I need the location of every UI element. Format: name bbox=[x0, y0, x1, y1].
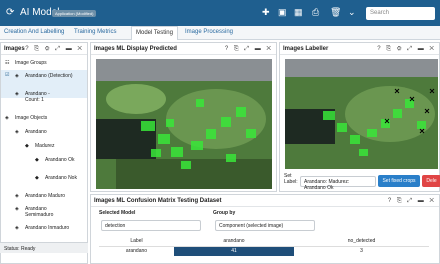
tree-item-image-objects[interactable]: Image Objects bbox=[15, 115, 47, 121]
predicted-image[interactable] bbox=[96, 59, 272, 189]
status-badge: Application (Modified) bbox=[52, 10, 97, 17]
panel-header: Images ML Display Predicted ? ⎘ ⤢ ▬ ✕ bbox=[91, 43, 276, 55]
cell-value: 41 bbox=[174, 246, 294, 256]
tab-creation-labelling[interactable]: Creation And Labelling bbox=[4, 29, 64, 35]
confusion-matrix-panel: Images ML Confusion Matrix Testing Datas… bbox=[90, 194, 440, 264]
delete-button[interactable]: Dele bbox=[422, 175, 440, 187]
tab-image-processing[interactable]: Image Processing bbox=[185, 29, 233, 35]
panel-header: Images Labeller ? ⎘ ⚙ ⤢ ▬ ✕ bbox=[280, 43, 439, 55]
delete-icon[interactable]: 🗑 bbox=[330, 7, 341, 18]
checkbox[interactable]: ☑ bbox=[5, 72, 9, 78]
panel-controls[interactable]: ? ⎘ ⚙ ⤢ ▬ ✕ bbox=[377, 46, 436, 53]
column-header: arandano bbox=[223, 238, 245, 245]
tab-bar: Creation And Labelling Training Metrics … bbox=[0, 26, 440, 40]
grid-icon[interactable]: ▦ bbox=[294, 7, 303, 18]
cell-value: 3 bbox=[360, 248, 363, 255]
tree-item-object[interactable]: Madurez bbox=[35, 143, 54, 149]
group-by-label: Group by bbox=[213, 210, 236, 216]
cube-icon: ◈ bbox=[15, 193, 19, 199]
tree-item-image-groups[interactable]: Image Groups bbox=[15, 60, 47, 66]
app-header: ⟳ AI Model Application (Modified) ✚ ▣ ▦ … bbox=[0, 0, 440, 26]
search-input[interactable]: Search bbox=[366, 7, 435, 20]
row-label: arandano bbox=[125, 248, 148, 255]
tab-training-metrics[interactable]: Training Metrics bbox=[74, 29, 116, 35]
tree-item-object[interactable]: Arandano bbox=[25, 129, 47, 135]
cube-icon: ◈ bbox=[15, 91, 19, 97]
selected-model-label: Selected Model bbox=[99, 210, 136, 216]
labeller-image[interactable] bbox=[285, 59, 438, 169]
labeller-panel: Images Labeller ? ⎘ ⚙ ⤢ ▬ ✕ Set Label: A… bbox=[279, 42, 440, 192]
group-by-select[interactable]: Component (selected image) bbox=[215, 220, 315, 231]
panel-controls[interactable]: ? ⎘ ⤢ ▬ ✕ bbox=[225, 46, 273, 53]
save-icon[interactable]: ▣ bbox=[278, 7, 287, 18]
add-icon[interactable]: ✚ bbox=[262, 7, 270, 18]
tab-model-testing[interactable]: Model Testing bbox=[131, 26, 178, 40]
column-header: no_detected bbox=[347, 238, 376, 245]
tree-item-object[interactable]: Arandano Semimaduro bbox=[25, 206, 71, 218]
print-icon[interactable]: ⎙ bbox=[312, 7, 319, 18]
column-header: Label bbox=[130, 238, 143, 245]
label-select[interactable]: Arandano: Madurez: Arandano Ok bbox=[300, 176, 376, 191]
cube-icon: ◈ bbox=[15, 206, 19, 212]
tree-item-group[interactable]: Arandano (Detection) bbox=[25, 73, 85, 79]
tag-icon: ◆ bbox=[35, 157, 39, 163]
tree-item-object[interactable]: Arandano Nok bbox=[45, 175, 77, 181]
cube-icon: ◈ bbox=[5, 115, 9, 121]
panel-controls[interactable]: ? ⎘ ⚙ ⤢ ▬ ✕ bbox=[25, 46, 84, 53]
set-fixed-crops-button[interactable]: Set fixed crops bbox=[378, 175, 420, 187]
panel-title: Images ML Display Predicted bbox=[94, 46, 177, 52]
chevron-down-icon[interactable]: ⌄ bbox=[348, 7, 356, 18]
refresh-icon[interactable]: ⟳ bbox=[6, 7, 14, 18]
panel-controls[interactable]: ? ⎘ ⤢ ▬ ✕ bbox=[388, 198, 436, 205]
model-select[interactable]: detection bbox=[101, 220, 201, 231]
tree-item-object[interactable]: Arandano Ok bbox=[45, 157, 77, 163]
group-count: Arandano - Count: 1 bbox=[25, 91, 50, 103]
panel-title: Images Labeller bbox=[283, 46, 329, 52]
list-icon: ☷ bbox=[5, 60, 10, 66]
cube-icon: ◈ bbox=[15, 129, 19, 135]
panel-title: Images bbox=[4, 46, 25, 52]
panel-header: Images ML Confusion Matrix Testing Datas… bbox=[91, 195, 439, 207]
tag-icon: ◆ bbox=[35, 175, 39, 181]
images-panel: Images ? ⎘ ⚙ ⤢ ▬ ✕ ☷ Image Groups ☑ ◈ Ar… bbox=[0, 42, 88, 264]
display-predicted-panel: Images ML Display Predicted ? ⎘ ⤢ ▬ ✕ bbox=[90, 42, 277, 192]
panel-title: Images ML Confusion Matrix Testing Datas… bbox=[94, 198, 222, 204]
confusion-table: Label arandano no_detected arandano 41 3 bbox=[99, 237, 429, 256]
tree-item-object[interactable]: Arandano Inmaduro bbox=[25, 225, 69, 231]
tree-item-object[interactable]: Arandano Maduro bbox=[25, 193, 65, 199]
status-bar: Status: Ready bbox=[0, 242, 88, 253]
labeller-image-canvas bbox=[285, 59, 438, 169]
cube-icon: ◈ bbox=[15, 73, 19, 79]
tag-icon: ◆ bbox=[25, 143, 29, 149]
cube-icon: ◈ bbox=[15, 225, 19, 231]
panel-header: Images ? ⎘ ⚙ ⤢ ▬ ✕ bbox=[1, 43, 87, 55]
table-row: arandano 41 3 bbox=[99, 246, 429, 256]
set-label-text: Set Label: bbox=[284, 173, 298, 185]
predicted-image-canvas bbox=[96, 59, 272, 189]
